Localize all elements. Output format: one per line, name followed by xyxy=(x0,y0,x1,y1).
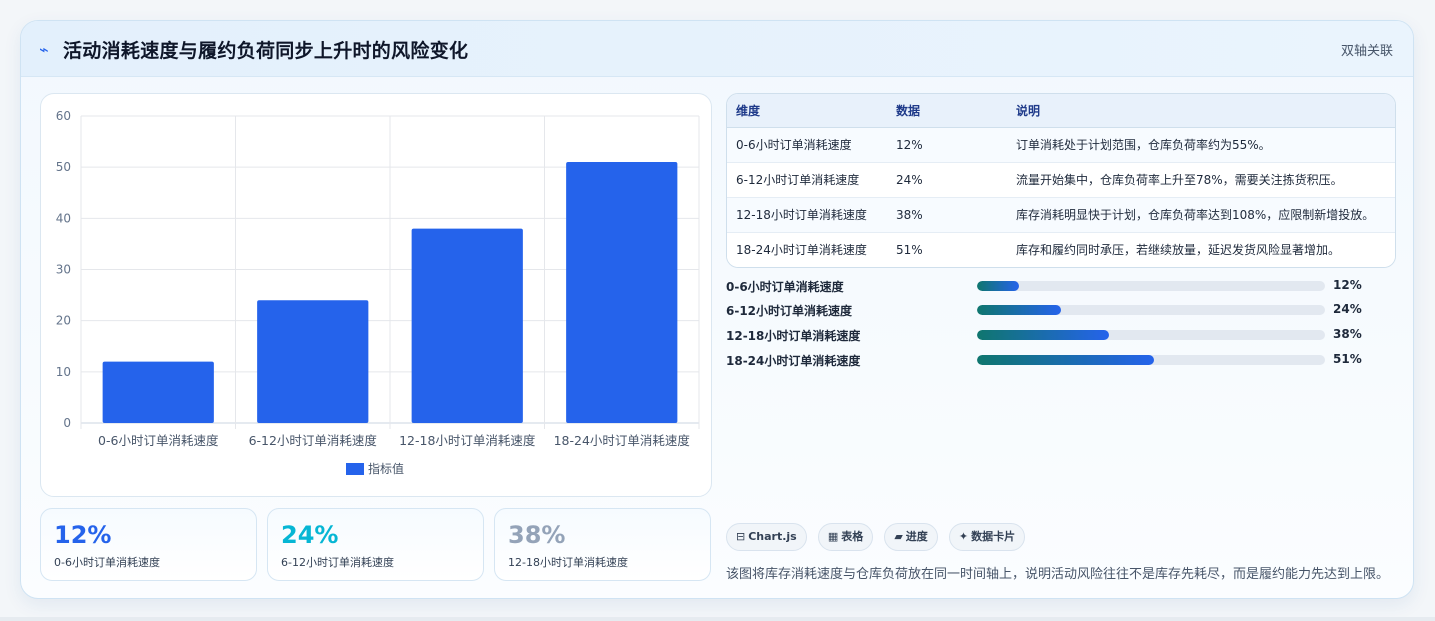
chart-legend[interactable]: 指标值 xyxy=(346,460,404,477)
card-header: ⌁ 活动消耗速度与履约负荷同步上升时的风险变化 双轴关联 xyxy=(21,21,1413,77)
kpi-label: 0-6小时订单消耗速度 xyxy=(54,556,160,569)
progress-fill xyxy=(977,355,1155,365)
table-cell: 12% xyxy=(896,137,923,152)
chip-data-card[interactable]: ✦ 数据卡片 xyxy=(948,523,1026,551)
progress-track xyxy=(977,281,1325,291)
progress-label: 6-12小时订单消耗速度 xyxy=(726,304,853,318)
progress-value: 51% xyxy=(1333,352,1362,366)
header-tag: 双轴关联 xyxy=(1340,44,1393,59)
chip-chartjs[interactable]: ⊟ Chart.js xyxy=(726,523,807,551)
table-cell: 6-12小时订单消耗速度 xyxy=(736,173,860,187)
table-cell: 流量开始集中，仓库负荷率上升至78%，需要关注拣货积压。 xyxy=(1016,173,1343,187)
progress-row: 0-6小时订单消耗速度 12% xyxy=(726,276,1396,296)
chip-label: Chart.js xyxy=(748,530,797,543)
progress-row: 18-24小时订单消耗速度 51% xyxy=(726,350,1396,370)
legend-label: 指标值 xyxy=(368,462,405,476)
x-tick-label: 0-6小时订单消耗速度 xyxy=(98,433,219,448)
bar xyxy=(566,162,678,424)
progress-fill xyxy=(977,281,1019,291)
kpi-card-12-18: 38% 12-18小时订单消耗速度 xyxy=(494,508,711,581)
table-cell: 12-18小时订单消耗速度 xyxy=(736,208,867,222)
y-tick-label: 60 xyxy=(56,109,71,123)
progress-row: 6-12小时订单消耗速度 24% xyxy=(726,300,1396,320)
kpi-value: 38% xyxy=(508,521,566,549)
kpi-card-6-12: 24% 6-12小时订单消耗速度 xyxy=(267,508,484,581)
progress-value: 12% xyxy=(1333,278,1362,292)
chip-label: 进度 xyxy=(905,530,928,543)
sparkle-icon: ✦ xyxy=(958,530,969,543)
y-tick-label: 40 xyxy=(56,211,71,225)
progress-label: 0-6小时订单消耗速度 xyxy=(726,280,844,294)
y-tick-label: 20 xyxy=(56,314,71,328)
y-tick-label: 0 xyxy=(63,416,71,430)
x-tick-label: 6-12小时订单消耗速度 xyxy=(249,433,378,448)
bar-chart: 0 10 20 30 40 50 60 0-6小时订单消耗速度 6-12小时订单消耗速度 12-1… xyxy=(56,109,700,448)
chip-progress[interactable]: ▰ 进度 xyxy=(884,523,938,551)
progress-label: 12-18小时订单消耗速度 xyxy=(726,329,861,343)
legend-swatch xyxy=(346,463,364,475)
footnote: 该图将库存消耗速度与仓库负荷放在同一时间轴上，说明活动风险往往不是库存先耗尽，而… xyxy=(726,567,1390,582)
table-cell: 库存和履约同时承压，若继续放量，延迟发货风险显著增加。 xyxy=(1016,243,1341,257)
progress-fill xyxy=(977,330,1110,340)
chart-icon: ⊟ xyxy=(736,530,746,543)
kpi-card-0-6: 12% 0-6小时订单消耗速度 xyxy=(40,508,257,581)
bar xyxy=(257,300,369,423)
progress-track xyxy=(977,355,1325,365)
table-cell: 订单消耗处于计划范围，仓库负荷率约为55%。 xyxy=(1016,138,1271,152)
table-cell: 18-24小时订单消耗速度 xyxy=(736,243,867,257)
bar xyxy=(102,361,214,423)
table-header-row: 维度 数据 说明 xyxy=(727,94,1395,128)
column-header: 维度 xyxy=(727,94,887,128)
x-tick-label: 12-18小时订单消耗速度 xyxy=(399,433,536,448)
chip-label: 表格 xyxy=(841,530,864,543)
progress-track xyxy=(977,305,1325,315)
y-tick-label: 30 xyxy=(56,263,71,277)
dashboard-card: ⌁ 活动消耗速度与履约负荷同步上升时的风险变化 双轴关联 0 10 20 30 40 50… xyxy=(20,20,1414,599)
column-header: 数据 xyxy=(887,94,1007,128)
table-icon: ▦ xyxy=(827,530,839,543)
kpi-label: 6-12小时订单消耗速度 xyxy=(281,556,394,569)
table-cell: 0-6小时订单消耗速度 xyxy=(736,138,852,152)
table-row: 12-18小时订单消耗速度 38% 库存消耗明显快于计划，仓库负荷率达到108%… xyxy=(727,197,1395,232)
bottom-strip xyxy=(0,617,1435,621)
kpi-label: 12-18小时订单消耗速度 xyxy=(508,556,628,569)
progress-track xyxy=(977,330,1325,340)
chip-label: 数据卡片 xyxy=(971,530,1016,543)
table-row: 18-24小时订单消耗速度 51% 库存和履约同时承压，若继续放量，延迟发货风险… xyxy=(727,232,1395,267)
progress-icon: ▰ xyxy=(894,530,903,543)
progress-value: 24% xyxy=(1333,302,1362,316)
table-cell: 38% xyxy=(896,207,923,222)
y-tick-label: 10 xyxy=(56,365,71,379)
kpi-value: 12% xyxy=(54,521,112,549)
chip-table[interactable]: ▦ 表格 xyxy=(817,523,874,551)
x-tick-label: 18-24小时订单消耗速度 xyxy=(554,433,691,448)
progress-label: 18-24小时订单消耗速度 xyxy=(726,354,861,368)
table-row: 0-6小时订单消耗速度 12% 订单消耗处于计划范围，仓库负荷率约为55%。 xyxy=(727,127,1395,162)
progress-row: 12-18小时订单消耗速度 38% xyxy=(726,325,1396,345)
table-cell: 24% xyxy=(896,172,923,187)
table-row: 6-12小时订单消耗速度 24% 流量开始集中，仓库负荷率上升至78%，需要关注… xyxy=(727,162,1395,197)
page-title: 活动消耗速度与履约负荷同步上升时的风险变化 xyxy=(63,40,469,62)
column-header: 说明 xyxy=(1007,94,1395,128)
y-tick-label: 50 xyxy=(56,160,71,174)
feature-chips: ⊟ Chart.js ▦ 表格 ▰ 进度 ✦ 数据卡片 xyxy=(726,523,1031,551)
progress-fill xyxy=(977,305,1061,315)
data-table: 维度 数据 说明 0-6小时订单消耗速度 12% 订单消耗处于计划范围，仓库负荷… xyxy=(726,93,1396,268)
table-cell: 库存消耗明显快于计划，仓库负荷率达到108%，应限制新增投放。 xyxy=(1016,208,1375,222)
bar-chart-panel: 0 10 20 30 40 50 60 0-6小时订单消耗速度 6-12小时订单消耗速度 12-1… xyxy=(40,93,712,497)
bar xyxy=(411,228,523,423)
table-cell: 51% xyxy=(896,242,923,257)
pulse-icon: ⌁ xyxy=(39,40,49,59)
kpi-value: 24% xyxy=(281,521,339,549)
progress-value: 38% xyxy=(1333,327,1362,341)
